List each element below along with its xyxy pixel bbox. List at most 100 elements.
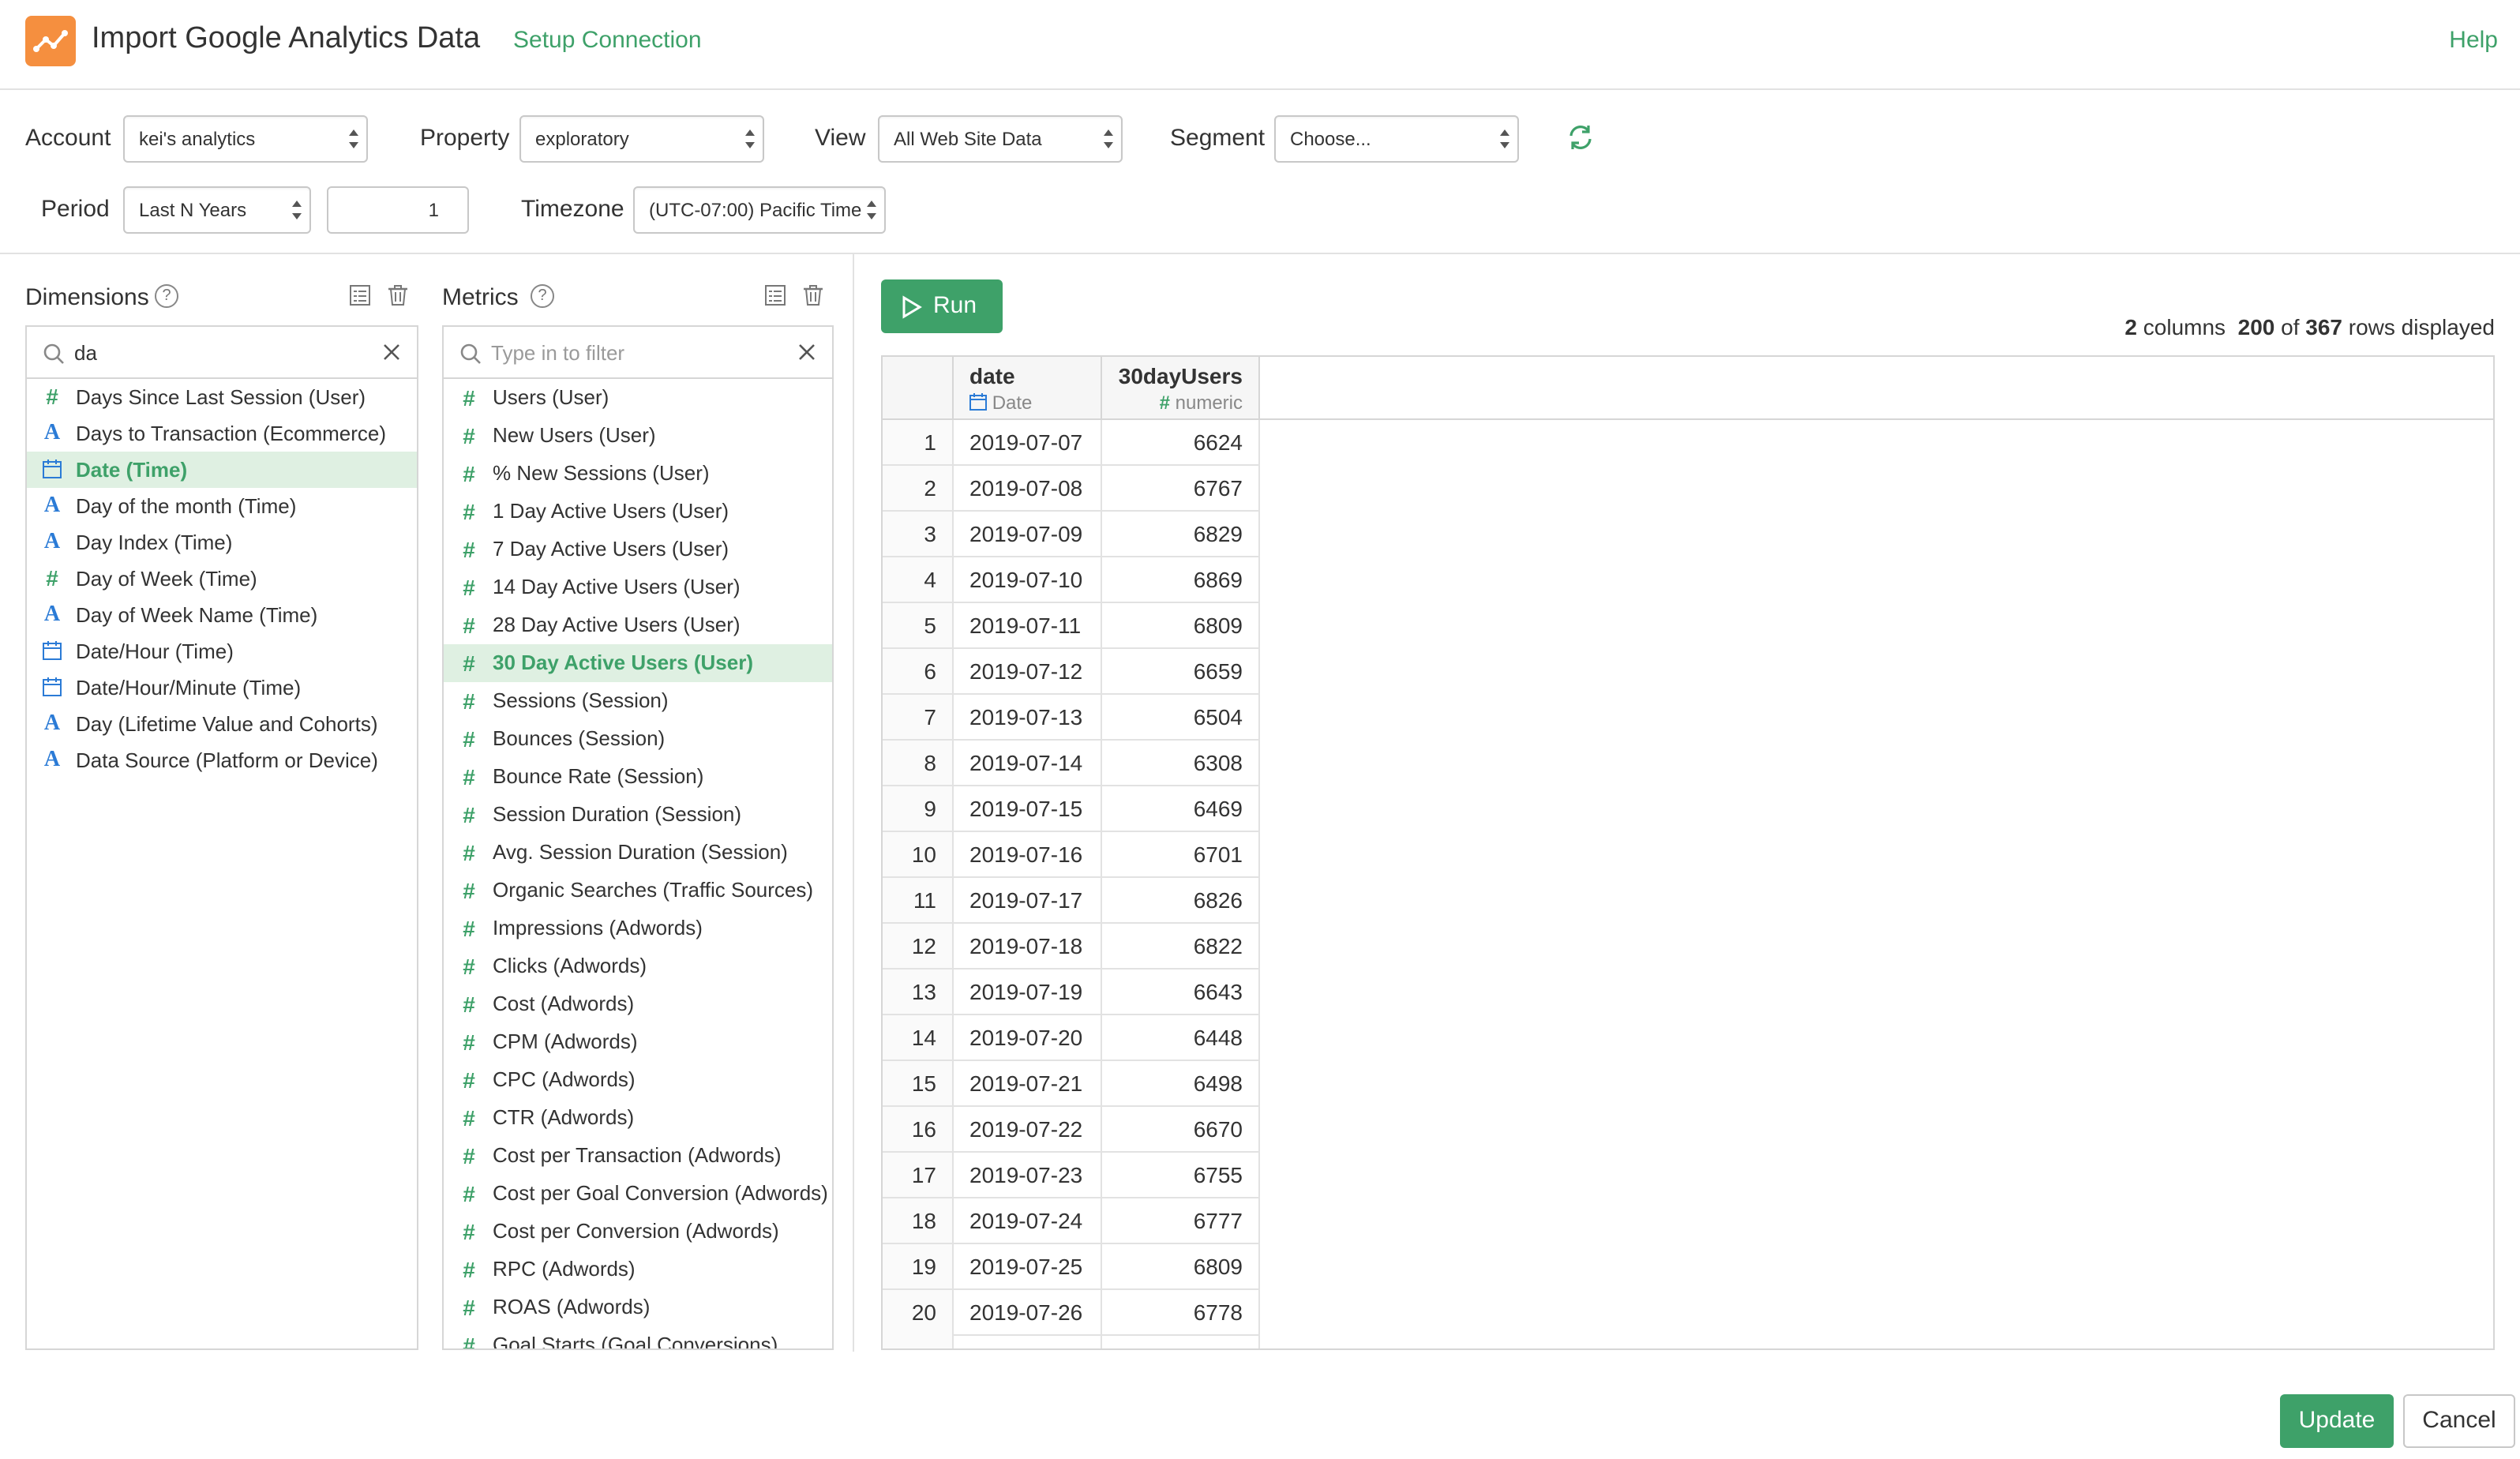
value-cell[interactable]: 6643	[1102, 970, 1260, 1015]
account-select[interactable]: kei's analytics	[123, 115, 368, 163]
value-cell[interactable]: 6809	[1102, 603, 1260, 649]
date-cell[interactable]: 2019-07-19	[954, 970, 1102, 1015]
list-icon[interactable]	[349, 284, 371, 306]
dimension-item[interactable]: A Day (Lifetime Value and Cohorts)	[27, 706, 417, 742]
metric-item[interactable]: # Bounces (Session)	[444, 720, 832, 758]
trash-icon[interactable]	[802, 284, 824, 306]
question-icon[interactable]: ?	[155, 284, 178, 308]
dimension-item[interactable]: A Day Index (Time)	[27, 524, 417, 561]
date-cell[interactable]: 2019-07-22	[954, 1107, 1102, 1153]
value-cell[interactable]: 6778	[1102, 1290, 1260, 1336]
metric-item[interactable]: # Users (User)	[444, 379, 832, 417]
date-cell[interactable]: 2019-07-24	[954, 1198, 1102, 1244]
date-cell[interactable]: 2019-07-23	[954, 1153, 1102, 1198]
date-cell[interactable]: 2019-07-09	[954, 512, 1102, 557]
dimension-item[interactable]: A Days to Transaction (Ecommerce)	[27, 415, 417, 452]
date-cell[interactable]: 2019-07-08	[954, 466, 1102, 512]
date-cell[interactable]: 2019-07-17	[954, 878, 1102, 924]
value-cell[interactable]: 6755	[1102, 1153, 1260, 1198]
value-cell[interactable]: 6767	[1102, 466, 1260, 512]
question-icon[interactable]: ?	[531, 284, 554, 308]
dimension-item[interactable]: Date/Hour/Minute (Time)	[27, 669, 417, 706]
close-icon[interactable]	[797, 343, 816, 362]
metric-item[interactable]: # Session Duration (Session)	[444, 796, 832, 834]
date-cell[interactable]: 2019-07-12	[954, 649, 1102, 695]
list-icon[interactable]	[764, 284, 786, 306]
value-cell[interactable]: 6701	[1102, 832, 1260, 878]
metric-item[interactable]: # Avg. Session Duration (Session)	[444, 834, 832, 872]
metric-item[interactable]: # RPC (Adwords)	[444, 1251, 832, 1288]
period-select[interactable]: Last N Years	[123, 186, 311, 234]
value-cell[interactable]: 6822	[1102, 924, 1260, 970]
date-cell[interactable]: 2019-07-15	[954, 786, 1102, 832]
metric-item[interactable]: # CPM (Adwords)	[444, 1023, 832, 1061]
date-cell[interactable]: 2019-07-21	[954, 1061, 1102, 1107]
metric-item[interactable]: # New Users (User)	[444, 417, 832, 455]
period-count-input[interactable]: 1	[327, 186, 469, 234]
metric-item[interactable]: # Goal Starts (Goal Conversions)	[444, 1326, 832, 1348]
date-cell[interactable]: 2019-07-14	[954, 741, 1102, 786]
date-cell[interactable]: 2019-07-20	[954, 1015, 1102, 1061]
view-select[interactable]: All Web Site Data	[878, 115, 1123, 163]
value-cell[interactable]: 6777	[1102, 1198, 1260, 1244]
segment-select[interactable]: Choose...	[1274, 115, 1519, 163]
metric-item[interactable]: #30 Day Active Users (User)	[444, 644, 832, 682]
property-select[interactable]: exploratory	[519, 115, 764, 163]
metric-item[interactable]: # Sessions (Session)	[444, 682, 832, 720]
metric-item[interactable]: # CPC (Adwords)	[444, 1061, 832, 1099]
value-cell[interactable]: 6498	[1102, 1061, 1260, 1107]
column-header-30dayusers[interactable]: 30dayUsers # numeric	[1102, 357, 1260, 418]
dimension-item[interactable]: A Day of the month (Time)	[27, 488, 417, 524]
trash-icon[interactable]	[387, 284, 409, 306]
metric-item[interactable]: # Cost (Adwords)	[444, 985, 832, 1023]
dimension-item[interactable]: Date (Time)	[27, 452, 417, 488]
date-cell[interactable]: 2019-07-18	[954, 924, 1102, 970]
date-cell[interactable]: 2019-07-16	[954, 832, 1102, 878]
metric-item[interactable]: # Cost per Goal Conversion (Adwords)	[444, 1175, 832, 1213]
value-cell[interactable]: 6308	[1102, 741, 1260, 786]
metric-item[interactable]: # Cost per Conversion (Adwords)	[444, 1213, 832, 1251]
value-cell[interactable]: 6469	[1102, 786, 1260, 832]
metrics-filter-input[interactable]	[491, 327, 785, 377]
dimensions-filter-input[interactable]	[74, 327, 369, 377]
metric-item[interactable]: # Bounce Rate (Session)	[444, 758, 832, 796]
run-button[interactable]: Run	[881, 279, 1003, 333]
value-cell[interactable]: 6504	[1102, 695, 1260, 741]
metric-item[interactable]: # Cost per Transaction (Adwords)	[444, 1137, 832, 1175]
dimension-item[interactable]: A Day of Week Name (Time)	[27, 597, 417, 633]
metric-item[interactable]: #28 Day Active Users (User)	[444, 606, 832, 644]
value-cell[interactable]: 6869	[1102, 557, 1260, 603]
metric-item[interactable]: # ROAS (Adwords)	[444, 1288, 832, 1326]
cancel-button[interactable]: Cancel	[2403, 1394, 2515, 1448]
value-cell[interactable]: 6448	[1102, 1015, 1260, 1061]
metric-item[interactable]: # % New Sessions (User)	[444, 455, 832, 493]
date-cell[interactable]: 2019-07-10	[954, 557, 1102, 603]
column-header-date[interactable]: date Date	[954, 357, 1102, 418]
dimension-item[interactable]: # Day of Week (Time)	[27, 561, 417, 597]
value-cell[interactable]: 6829	[1102, 512, 1260, 557]
metric-item[interactable]: # Impressions (Adwords)	[444, 910, 832, 947]
refresh-icon[interactable]	[1566, 123, 1595, 152]
metric-item[interactable]: #7 Day Active Users (User)	[444, 531, 832, 568]
value-cell[interactable]: 6826	[1102, 878, 1260, 924]
value-cell[interactable]: 6670	[1102, 1107, 1260, 1153]
value-cell[interactable]: 6624	[1102, 420, 1260, 466]
date-cell[interactable]: 2019-07-11	[954, 603, 1102, 649]
update-button[interactable]: Update	[2280, 1394, 2394, 1448]
metric-item[interactable]: #1 Day Active Users (User)	[444, 493, 832, 531]
metric-item[interactable]: # Clicks (Adwords)	[444, 947, 832, 985]
dimension-item[interactable]: Date/Hour (Time)	[27, 633, 417, 669]
value-cell[interactable]: 6659	[1102, 649, 1260, 695]
date-cell[interactable]: 2019-07-26	[954, 1290, 1102, 1336]
metric-item[interactable]: # Organic Searches (Traffic Sources)	[444, 872, 832, 910]
close-icon[interactable]	[382, 343, 401, 362]
help-link[interactable]: Help	[2449, 27, 2498, 54]
value-cell[interactable]: 6809	[1102, 1244, 1260, 1290]
metric-item[interactable]: #14 Day Active Users (User)	[444, 568, 832, 606]
setup-connection-link[interactable]: Setup Connection	[513, 27, 702, 54]
dimension-item[interactable]: # Days Since Last Session (User)	[27, 379, 417, 415]
dimension-item[interactable]: A Data Source (Platform or Device)	[27, 742, 417, 778]
date-cell[interactable]: 2019-07-25	[954, 1244, 1102, 1290]
date-cell[interactable]: 2019-07-13	[954, 695, 1102, 741]
metric-item[interactable]: # CTR (Adwords)	[444, 1099, 832, 1137]
